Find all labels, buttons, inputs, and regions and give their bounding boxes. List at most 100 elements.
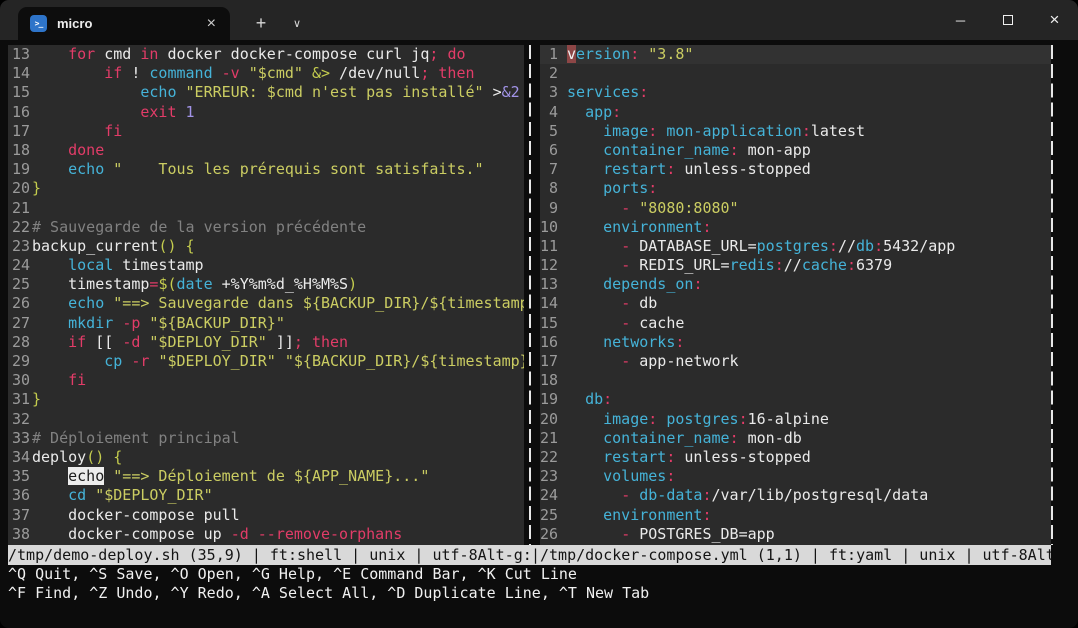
- code-token: # Sauvegarde de la version précédente: [32, 218, 366, 236]
- code-token: :: [675, 333, 684, 351]
- code-line[interactable]: 3services:: [540, 83, 1051, 102]
- code-token: docker-compose up: [32, 525, 231, 543]
- code-line[interactable]: 19 db:: [540, 390, 1051, 409]
- code-line[interactable]: 30 fi: [8, 371, 524, 390]
- line-number: 30: [8, 371, 32, 390]
- code-line[interactable]: 28 if [[ -d "$DEPLOY_DIR" ]]; then: [8, 333, 524, 352]
- code-token: -: [621, 352, 630, 370]
- code-line[interactable]: 24 - db-data:/var/lib/postgresql/data: [540, 486, 1051, 505]
- maximize-icon: [1003, 15, 1013, 25]
- terminal-tab-micro[interactable]: >_ micro ×: [18, 7, 230, 40]
- line-number: 18: [540, 371, 558, 390]
- code-token: db: [630, 294, 657, 312]
- code-line[interactable]: 13 for cmd in docker docker-compose curl…: [8, 45, 524, 64]
- new-tab-button[interactable]: +: [244, 7, 278, 40]
- code-line[interactable]: 35 echo "==> Déploiement de ${APP_NAME}.…: [8, 467, 524, 486]
- code-line[interactable]: 10 environment:: [540, 218, 1051, 237]
- code-line[interactable]: 19 echo " Tous les prérequis sont satisf…: [8, 160, 524, 179]
- code-line[interactable]: 16 exit 1: [8, 103, 524, 122]
- code-line[interactable]: 5 image: mon-application:latest: [540, 122, 1051, 141]
- code-token: 5432/app: [883, 237, 955, 255]
- code-token: ersion: [576, 45, 630, 63]
- chevron-down-icon[interactable]: ∨: [280, 7, 314, 40]
- code-token: mon-application: [666, 122, 801, 140]
- code-line[interactable]: 14 if ! command -v "$cmd" &> /dev/null; …: [8, 64, 524, 83]
- code-token: [567, 410, 603, 428]
- code-line[interactable]: 17 - app-network: [540, 352, 1051, 371]
- code-line[interactable]: 32: [8, 410, 524, 429]
- code-line[interactable]: 2: [540, 64, 1051, 83]
- scrollbar-line: [1051, 45, 1053, 545]
- close-button[interactable]: ×: [1031, 0, 1078, 40]
- code-line[interactable]: 24 local timestamp: [8, 256, 524, 275]
- code-line[interactable]: 4 app:: [540, 103, 1051, 122]
- scrollbar[interactable]: [1051, 45, 1056, 545]
- minimize-button[interactable]: ─: [937, 0, 984, 40]
- line-number: 10: [540, 218, 558, 237]
- code-line[interactable]: 12 - REDIS_URL=redis://cache:6379: [540, 256, 1051, 275]
- code-line[interactable]: 17 fi: [8, 122, 524, 141]
- code-line[interactable]: 14 - db: [540, 294, 1051, 313]
- editor-pane-yaml[interactable]: 1version: "3.8"23services:4 app:5 image:…: [540, 45, 1051, 545]
- code-line[interactable]: 31}: [8, 390, 524, 409]
- code-line[interactable]: 21 container_name: mon-db: [540, 429, 1051, 448]
- code-line[interactable]: 22# Sauvegarde de la version précédente: [8, 218, 524, 237]
- code-token: !: [122, 64, 149, 82]
- line-number: 25: [540, 506, 558, 525]
- code-line[interactable]: 16 networks:: [540, 333, 1051, 352]
- code-line[interactable]: 27 mkdir -p "${BACKUP_DIR}": [8, 314, 524, 333]
- line-number: 16: [540, 333, 558, 352]
- code-line[interactable]: 25 environment:: [540, 506, 1051, 525]
- code-line[interactable]: 29 cp -r "$DEPLOY_DIR" "${BACKUP_DIR}/${…: [8, 352, 524, 371]
- line-number: 38: [8, 525, 32, 544]
- code-token: deploy: [32, 448, 86, 466]
- code-line[interactable]: 33# Déploiement principal: [8, 429, 524, 448]
- code-token: postgres: [757, 237, 829, 255]
- line-number: 2: [540, 64, 558, 83]
- code-line[interactable]: 20 image: postgres:16-alpine: [540, 410, 1051, 429]
- code-line[interactable]: 21: [8, 199, 524, 218]
- code-line[interactable]: 38 docker-compose up -d --remove-orphans: [8, 525, 524, 544]
- code-line[interactable]: 15 echo "ERREUR: $cmd n'est pas installé…: [8, 83, 524, 102]
- code-line[interactable]: 26 echo "==> Sauvegarde dans ${BACKUP_DI…: [8, 294, 524, 313]
- tab-close-icon[interactable]: ×: [203, 15, 220, 33]
- code-line[interactable]: 26 - POSTGRES_DB=app: [540, 525, 1051, 544]
- code-token: then: [312, 333, 348, 351]
- code-line[interactable]: 18 done: [8, 141, 524, 160]
- code-token: if: [68, 333, 86, 351]
- code-token: [276, 352, 285, 370]
- maximize-button[interactable]: [984, 0, 1031, 40]
- code-line[interactable]: 23backup_current() {: [8, 237, 524, 256]
- code-token: command: [149, 64, 212, 82]
- code-line[interactable]: 13 depends_on:: [540, 275, 1051, 294]
- code-token: timestamp: [32, 275, 149, 293]
- code-line[interactable]: 23 volumes:: [540, 467, 1051, 486]
- code-token: echo: [68, 467, 104, 485]
- code-token: :: [874, 237, 883, 255]
- code-line[interactable]: 22 restart: unless-stopped: [540, 448, 1051, 467]
- code-line[interactable]: 6 container_name: mon-app: [540, 141, 1051, 160]
- code-line[interactable]: 37 docker-compose pull: [8, 506, 524, 525]
- code-line[interactable]: 7 restart: unless-stopped: [540, 160, 1051, 179]
- terminal-edge: [1056, 45, 1078, 545]
- code-line[interactable]: 20}: [8, 179, 524, 198]
- code-token: -p: [122, 314, 140, 332]
- code-line[interactable]: 34deploy() {: [8, 448, 524, 467]
- code-line[interactable]: 18: [540, 371, 1051, 390]
- line-number: 13: [540, 275, 558, 294]
- line-number: 1: [540, 45, 558, 64]
- editor-pane-shell[interactable]: 13 for cmd in docker docker-compose curl…: [8, 45, 524, 545]
- code-line[interactable]: 9 - "8080:8080": [540, 199, 1051, 218]
- code-token: v: [567, 45, 576, 63]
- code-line[interactable]: 15 - cache: [540, 314, 1051, 333]
- code-token: [104, 294, 113, 312]
- code-token: [32, 45, 68, 63]
- code-token: DATABASE_URL=: [630, 237, 756, 255]
- code-line[interactable]: 25 timestamp=$(date +%Y%m%d_%H%M%S): [8, 275, 524, 294]
- code-token: :: [693, 275, 702, 293]
- code-line[interactable]: 8 ports:: [540, 179, 1051, 198]
- line-number: 19: [8, 160, 32, 179]
- code-line[interactable]: 36 cd "$DEPLOY_DIR": [8, 486, 524, 505]
- code-line[interactable]: 1version: "3.8": [540, 45, 1051, 64]
- code-line[interactable]: 11 - DATABASE_URL=postgres://db:5432/app: [540, 237, 1051, 256]
